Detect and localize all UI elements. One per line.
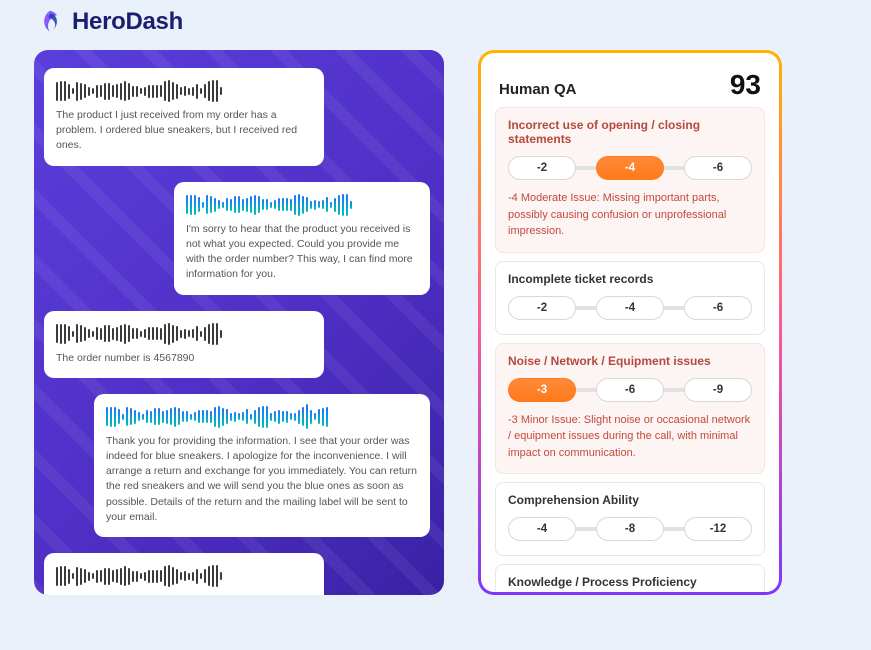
chat-message-text: The order number is 4567890 — [56, 351, 312, 366]
qa-option[interactable]: -12 — [684, 517, 752, 541]
chat-message: Thank you for providing the information.… — [94, 394, 430, 537]
chat-message-text: The product I just received from my orde… — [56, 108, 312, 154]
logo-swirl-icon — [36, 8, 64, 36]
qa-option[interactable]: -3 — [508, 378, 576, 402]
qa-option[interactable]: -6 — [684, 296, 752, 320]
qa-option[interactable]: -8 — [596, 517, 664, 541]
qa-metric-title: Incomplete ticket records — [508, 272, 752, 286]
chat-message: I'm sorry to hear that the product you r… — [174, 182, 430, 295]
qa-metric-title: Noise / Network / Equipment issues — [508, 354, 752, 368]
chat-message: The product I just received from my orde… — [44, 68, 324, 166]
qa-option[interactable]: -9 — [684, 378, 752, 402]
audio-waveform-icon — [56, 321, 312, 347]
chat-panel: The product I just received from my orde… — [34, 50, 444, 595]
qa-metric-options: -4 -8 -12 — [508, 517, 752, 541]
chat-message: The order number is 4567890 — [44, 311, 324, 378]
qa-metric: Comprehension Ability -4 -8 -12 — [495, 482, 765, 556]
qa-metric: Incorrect use of opening / closing state… — [495, 107, 765, 253]
audio-waveform-icon — [186, 192, 418, 218]
qa-option[interactable]: -6 — [684, 156, 752, 180]
qa-option[interactable]: -4 — [596, 296, 664, 320]
qa-metric-note: -4 Moderate Issue: Missing important par… — [508, 190, 752, 240]
qa-metric-options: -2 -4 -6 — [508, 156, 752, 180]
chat-message-text: Okay, thank you for your help. I hope to… — [56, 593, 312, 595]
chat-message-text: Thank you for providing the information.… — [106, 434, 418, 525]
qa-metric-options: -2 -4 -6 — [508, 296, 752, 320]
qa-option[interactable]: -6 — [596, 378, 664, 402]
qa-option[interactable]: -2 — [508, 156, 576, 180]
qa-metric: Knowledge / Process Proficiency-4-8-12 — [495, 564, 765, 592]
qa-metric: Noise / Network / Equipment issues -3 -6 -9… — [495, 343, 765, 475]
audio-waveform-icon — [56, 563, 312, 589]
qa-option[interactable]: -4 — [596, 156, 664, 180]
qa-metric-title: Comprehension Ability — [508, 493, 752, 507]
qa-score: 93 — [730, 69, 761, 101]
qa-metric-options: -3 -6 -9 — [508, 378, 752, 402]
qa-panel: Human QA 93 Incorrect use of opening / c… — [478, 50, 782, 595]
qa-option[interactable]: -4 — [508, 517, 576, 541]
audio-waveform-icon — [56, 78, 312, 104]
brand-logo: HeroDash — [36, 8, 837, 36]
chat-message: Okay, thank you for your help. I hope to… — [44, 553, 324, 595]
qa-title: Human QA — [499, 81, 577, 98]
qa-metric-title: Incorrect use of opening / closing state… — [508, 118, 752, 146]
qa-metric-note: -3 Minor Issue: Slight noise or occasion… — [508, 412, 752, 462]
brand-name: HeroDash — [72, 8, 183, 36]
qa-option[interactable]: -2 — [508, 296, 576, 320]
qa-metric-title: Knowledge / Process Proficiency — [508, 575, 752, 589]
audio-waveform-icon — [106, 404, 418, 430]
qa-metric: Incomplete ticket records -2 -4 -6 — [495, 261, 765, 335]
chat-message-text: I'm sorry to hear that the product you r… — [186, 222, 418, 283]
